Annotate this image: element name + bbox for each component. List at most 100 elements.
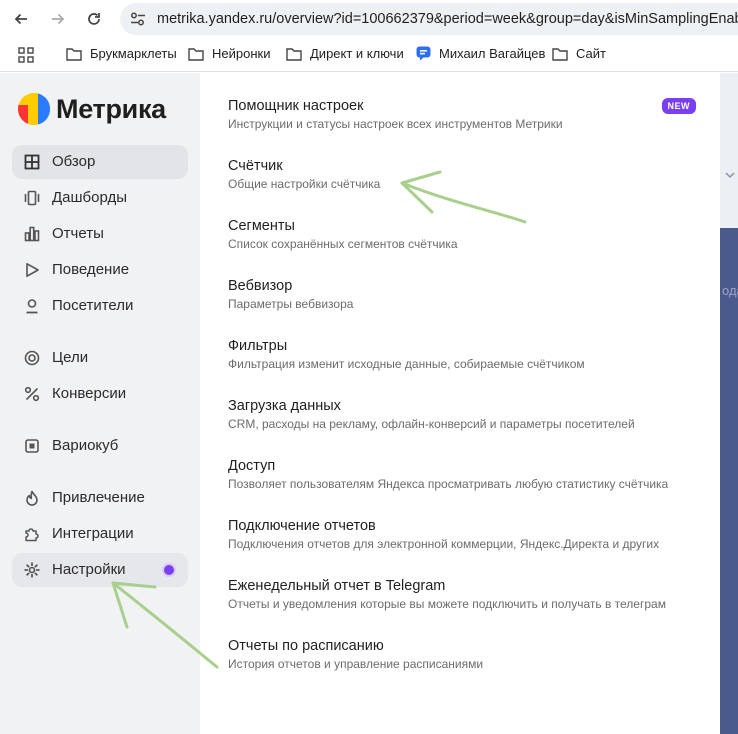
user-icon bbox=[26, 299, 38, 314]
sidebar-item-visitors[interactable]: Посетители bbox=[12, 289, 188, 323]
forward-button[interactable] bbox=[47, 8, 69, 30]
bookmark-site[interactable]: Сайт bbox=[552, 46, 606, 61]
menu-item-title: Отчеты по расписанию bbox=[228, 638, 384, 654]
menu-item-subtitle: Подключения отчетов для электронной комм… bbox=[228, 537, 660, 551]
folder-icon bbox=[188, 47, 204, 61]
play-icon bbox=[26, 263, 39, 277]
sidebar-item-dashboards[interactable]: Дашборды bbox=[12, 181, 188, 215]
menu-item-settings-assistant[interactable]: Помощник настроек Инструкции и статусы н… bbox=[228, 98, 708, 131]
puzzle-icon bbox=[25, 528, 39, 542]
menu-item-title: Еженедельный отчет в Telegram bbox=[228, 578, 446, 594]
sidebar-item-variocube[interactable]: Вариокуб bbox=[12, 429, 188, 463]
logo-text: Метрика bbox=[56, 93, 166, 124]
menu-item-title: Сегменты bbox=[228, 218, 295, 234]
menu-item-title: Подключение отчетов bbox=[228, 518, 376, 534]
menu-item-subtitle: История отчетов и управление расписаниям… bbox=[228, 657, 484, 671]
menu-item-access[interactable]: Доступ Позволяет пользователям Яндекса п… bbox=[228, 458, 708, 491]
notification-dot bbox=[164, 565, 174, 575]
sidebar-item-integrations[interactable]: Интеграции bbox=[12, 517, 188, 551]
sidebar-item-overview[interactable]: Обзор bbox=[12, 145, 188, 179]
bookmark-mikhail[interactable]: Михаил Вагайцев bbox=[416, 46, 545, 61]
reload-icon bbox=[88, 13, 100, 25]
menu-item-counter[interactable]: Счётчик Общие настройки счётчика bbox=[228, 158, 708, 191]
menu-item-title: Помощник настроек bbox=[228, 98, 364, 114]
sidebar-item-label: Отчеты bbox=[52, 225, 104, 242]
chat-icon bbox=[416, 46, 431, 61]
sidebar-item-label: Дашборды bbox=[52, 189, 127, 206]
metrika-logo[interactable]: Метрика bbox=[18, 93, 166, 125]
menu-item-subtitle: CRM, расходы на рекламу, офлайн-конверси… bbox=[228, 417, 635, 431]
dashboard-icon bbox=[24, 190, 40, 206]
sidebar-item-label: Вариокуб bbox=[52, 437, 119, 454]
bookmark-label: Нейронки bbox=[212, 46, 271, 61]
sidebar-item-goals[interactable]: Цели bbox=[12, 341, 188, 375]
menu-item-title: Фильтры bbox=[228, 338, 288, 354]
menu-item-filters[interactable]: Фильтры Фильтрация изменит исходные данн… bbox=[228, 338, 708, 371]
folder-icon bbox=[66, 47, 82, 61]
cube-icon bbox=[25, 439, 39, 453]
menu-item-title: Доступ bbox=[228, 458, 276, 474]
menu-item-subtitle: Список сохранённых сегментов счётчика bbox=[228, 237, 458, 251]
menu-item-title: Вебвизор bbox=[228, 278, 293, 294]
percent-icon bbox=[24, 386, 40, 402]
sidebar-item-label: Поведение bbox=[52, 261, 130, 278]
grid-icon bbox=[24, 154, 40, 170]
back-button[interactable] bbox=[10, 8, 32, 30]
address-bar[interactable]: metrika.yandex.ru/overview?id=100662379&… bbox=[120, 3, 738, 35]
bookmark-label: Директ и ключи bbox=[310, 46, 404, 61]
url-text: metrika.yandex.ru/overview?id=100662379&… bbox=[157, 11, 738, 27]
sidebar-item-label: Цели bbox=[52, 349, 89, 366]
menu-item-webvisor[interactable]: Вебвизор Параметры вебвизора bbox=[228, 278, 708, 311]
menu-item-subtitle: Параметры вебвизора bbox=[228, 297, 354, 311]
sidebar-item-label: Конверсии bbox=[52, 385, 127, 402]
sidebar-item-behavior[interactable]: Поведение bbox=[12, 253, 188, 287]
bookmark-brookmarklets[interactable]: Брукмарклеты bbox=[66, 46, 177, 61]
menu-item-telegram-report[interactable]: Еженедельный отчет в Telegram Отчеты и у… bbox=[228, 578, 708, 611]
menu-item-data-upload[interactable]: Загрузка данных CRM, расходы на рекламу,… bbox=[228, 398, 708, 431]
menu-item-title: Счётчик bbox=[228, 158, 283, 174]
menu-item-subtitle: Инструкции и статусы настроек всех инстр… bbox=[228, 117, 563, 131]
bookmark-label: Сайт bbox=[576, 46, 606, 61]
folder-icon bbox=[286, 47, 302, 61]
menu-item-scheduled-reports[interactable]: Отчеты по расписанию История отчетов и у… bbox=[228, 638, 708, 671]
sidebar-item-settings[interactable]: Настройки bbox=[12, 553, 188, 587]
forward-arrow-icon bbox=[52, 13, 65, 25]
background-partial-text: ода bbox=[722, 283, 738, 298]
apps-button[interactable] bbox=[18, 47, 34, 68]
sidebar-item-label: Обзор bbox=[52, 153, 96, 170]
sidebar-item-label: Привлечение bbox=[52, 489, 145, 506]
flame-icon bbox=[26, 490, 38, 506]
settings-menu: Помощник настроек Инструкции и статусы н… bbox=[200, 73, 720, 734]
bar-chart-icon bbox=[24, 226, 40, 242]
sidebar-item-label: Интеграции bbox=[52, 525, 134, 542]
browser-toolbar: metrika.yandex.ru/overview?id=100662379&… bbox=[0, 0, 738, 38]
new-badge: NEW bbox=[661, 98, 696, 114]
menu-item-report-connections[interactable]: Подключение отчетов Подключения отчетов … bbox=[228, 518, 708, 551]
menu-item-title: Загрузка данных bbox=[228, 398, 341, 414]
bookmark-direct[interactable]: Директ и ключи bbox=[286, 46, 404, 61]
sidebar-item-acquisition[interactable]: Привлечение bbox=[12, 481, 188, 515]
chevron-down-icon bbox=[725, 172, 735, 179]
bookmarks-bar: Брукмарклеты Нейронки Директ и ключи Мих… bbox=[0, 38, 738, 72]
reload-button[interactable] bbox=[83, 8, 105, 30]
page-background: ода bbox=[720, 73, 738, 734]
menu-item-segments[interactable]: Сегменты Список сохранённых сегментов сч… bbox=[228, 218, 708, 251]
apps-grid-icon bbox=[18, 47, 34, 63]
folder-icon bbox=[552, 47, 568, 61]
sidebar: Метрика Обзор Дашборды Отчеты Поведение … bbox=[0, 73, 200, 734]
menu-item-subtitle: Отчеты и уведомления которые вы можете п… bbox=[228, 597, 666, 611]
sidebar-item-label: Посетители bbox=[52, 297, 134, 314]
sidebar-item-reports[interactable]: Отчеты bbox=[12, 217, 188, 251]
metrika-logo-icon bbox=[18, 93, 50, 125]
site-settings-icon[interactable] bbox=[130, 12, 146, 26]
bookmark-neuronki[interactable]: Нейронки bbox=[188, 46, 270, 61]
menu-item-subtitle: Общие настройки счётчика bbox=[228, 177, 381, 191]
bookmark-label: Брукмарклеты bbox=[90, 46, 177, 61]
menu-item-subtitle: Фильтрация изменит исходные данные, соби… bbox=[228, 357, 585, 371]
menu-item-subtitle: Позволяет пользователям Яндекса просматр… bbox=[228, 477, 669, 491]
bookmark-label: Михаил Вагайцев bbox=[439, 46, 546, 61]
sidebar-item-label: Настройки bbox=[52, 561, 126, 578]
gear-icon bbox=[24, 562, 40, 578]
background-banner bbox=[720, 228, 738, 734]
sidebar-item-conversions[interactable]: Конверсии bbox=[12, 377, 188, 411]
